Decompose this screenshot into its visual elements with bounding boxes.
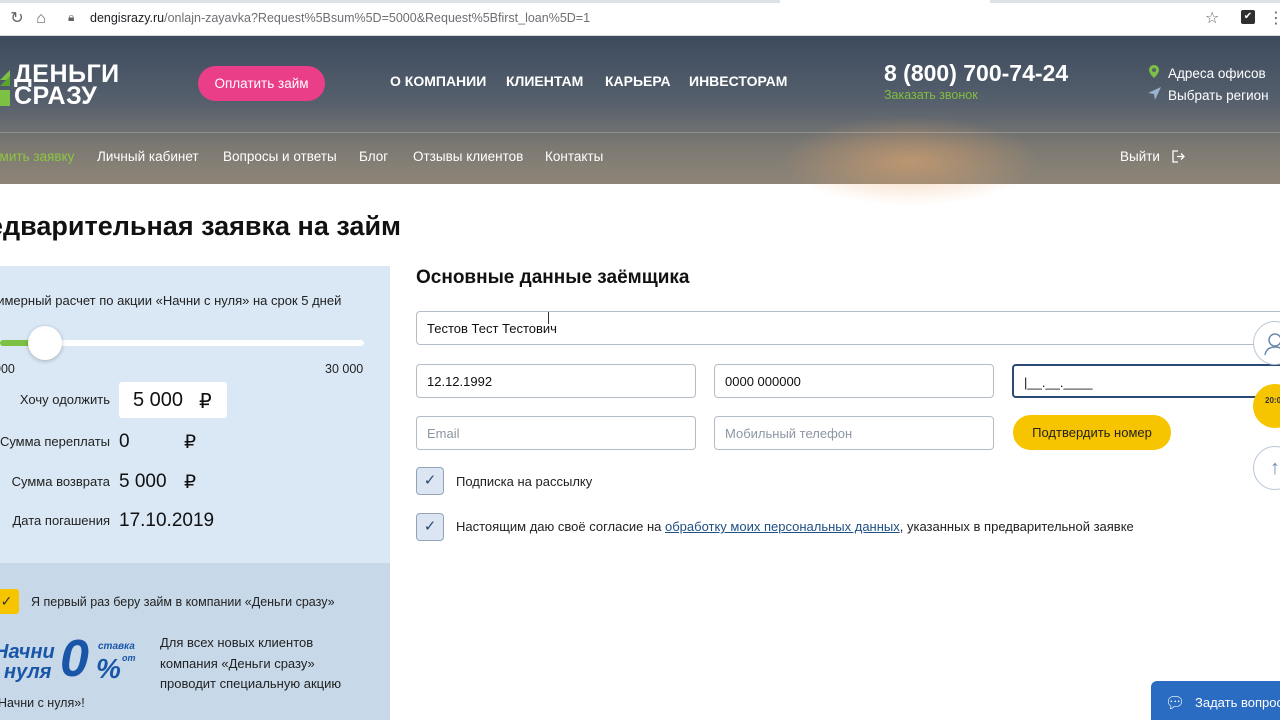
page-title: едварительная заявка на займ [0, 211, 402, 241]
tab-strip [0, 0, 1280, 3]
calculator-caption: римерный расчет по акции «Начни с нуля» … [0, 293, 342, 308]
form-title: Основные данные заёмщика [416, 267, 690, 288]
url-path: /onlajn-zayavka?Request%5Bsum%5D=5000&Re… [164, 11, 591, 25]
overpay-currency: ₽ [184, 432, 197, 453]
callback-link[interactable]: Заказать звонок [884, 88, 978, 102]
promo-logo-from: от [122, 653, 136, 663]
extension-icon[interactable]: ✔ [1241, 10, 1255, 24]
personal-data-link[interactable]: обработку моих персональных данных [665, 519, 900, 534]
site-logo[interactable]: ДЕНЬГИ СРАЗУ [0, 62, 125, 112]
lock-icon: 🔒︎ [68, 10, 75, 24]
reload-icon[interactable]: ↻ [6, 8, 28, 30]
nav-clients[interactable]: КЛИЕНТАМ [506, 73, 583, 89]
return-value: 5 000 [119, 471, 167, 492]
consent-checkbox[interactable]: ✓ [416, 513, 444, 541]
header-divider [0, 132, 1280, 133]
nav-about[interactable]: О КОМПАНИИ [390, 73, 486, 89]
first-loan-checkbox[interactable]: ✓ [0, 589, 19, 614]
amount-slider-handle[interactable] [28, 326, 62, 360]
full-name-field[interactable]: Тестов Тест Тестович [416, 311, 1280, 345]
birth-date-field[interactable]: 12.12.1992 [416, 364, 696, 398]
first-loan-label: Я первый раз беру займ в компании «Деньг… [31, 595, 335, 609]
pay-loan-button[interactable]: Оплатить займ [198, 66, 325, 101]
active-tab[interactable] [780, 0, 990, 3]
region-label: Выбрать регион [1168, 88, 1269, 103]
birth-date-value: 12.12.1992 [427, 374, 493, 389]
phone-number[interactable]: 8 (800) 700-74-24 [884, 60, 1068, 87]
offices-label: Адреса офисов [1168, 66, 1266, 81]
slider-min-label: 000 [0, 362, 15, 376]
scroll-up-button[interactable]: ↑ [1253, 446, 1280, 490]
logout-link[interactable]: Выйти [1120, 149, 1185, 166]
consent-label: Настоящим даю своё согласие на обработку… [456, 519, 1134, 534]
site-header: ДЕНЬГИ СРАЗУ Оплатить займ О КОМПАНИИ КЛ… [0, 36, 1280, 206]
issue-date-mask: |__.__.____ [1024, 375, 1093, 390]
repayment-date-value: 17.10.2019 [119, 510, 215, 531]
subnav-blog[interactable]: Блог [359, 149, 388, 164]
confirm-number-button[interactable]: Подтвердить номер [1013, 415, 1171, 450]
subscribe-label: Подписка на рассылку [456, 474, 593, 489]
mobile-phone-field[interactable]: Мобильный телефон [714, 416, 994, 450]
consultant-icon [1264, 333, 1280, 356]
subnav-faq[interactable]: Вопросы и ответы [223, 149, 337, 164]
return-currency: ₽ [184, 472, 197, 493]
promo-logo-percent: % [96, 653, 121, 684]
consent-suffix: , указанных в предварительной заявке [899, 519, 1134, 534]
chat-icon: 💬︎ [1165, 695, 1186, 712]
url-text: dengisrazy.ru/onlajn-zayavka?Request%5Bs… [90, 11, 590, 25]
subnav-account[interactable]: Личный кабинет [97, 149, 199, 164]
consent-prefix: Настоящим даю своё согласие на [456, 519, 665, 534]
repayment-date-label: Дата погашения [12, 513, 111, 528]
logo-line2: СРАЗУ [14, 82, 98, 110]
logo-mark-icon [0, 70, 10, 106]
ask-question-label: Задать вопрос [1195, 695, 1280, 710]
overpay-value: 0 [119, 431, 130, 452]
email-field[interactable]: Email [416, 416, 696, 450]
currency-sign: ₽ [199, 391, 212, 413]
ask-question-button[interactable]: 💬︎ Задать вопрос [1151, 681, 1280, 720]
amount-input[interactable]: 5 000 ₽ [119, 382, 227, 418]
arrow-up-icon: ↑ [1270, 457, 1280, 479]
subscribe-checkbox[interactable]: ✓ [416, 467, 444, 495]
mouse-cursor [548, 312, 549, 324]
logout-icon [1172, 150, 1185, 166]
promo-logo-zero: 0 [60, 630, 89, 688]
nav-career[interactable]: КАРЬЕРА [605, 73, 671, 89]
amount-value: 5 000 [133, 389, 184, 411]
overpay-label: Сумма переплаты [0, 434, 110, 449]
logout-label: Выйти [1120, 149, 1160, 164]
home-icon[interactable]: ⌂ [30, 8, 52, 30]
promo-logo-word2: нуля [4, 661, 52, 683]
subnav-submit-request[interactable]: имить заявку [0, 149, 74, 164]
header-background-glow [780, 116, 1040, 206]
return-label: Сумма возврата [11, 474, 110, 489]
address-bar[interactable]: 🔒︎ dengisrazy.ru/onlajn-zayavka?Request%… [60, 6, 1230, 32]
full-name-value: Тестов Тест Тестович [427, 321, 557, 336]
promo-logo-rate: ставка [98, 641, 135, 652]
subnav-contacts[interactable]: Контакты [545, 149, 603, 164]
slider-max-label: 30 000 [325, 362, 364, 376]
promo-panel: ✓ Я первый раз беру займ в компании «Ден… [0, 563, 390, 720]
offices-link[interactable]: Адреса офисов [1146, 65, 1266, 81]
nav-investors[interactable]: ИНВЕСТОРАМ [689, 73, 787, 89]
issue-date-field[interactable]: |__.__.____ [1012, 364, 1280, 398]
email-placeholder: Email [427, 426, 460, 441]
passport-value: 0000 000000 [725, 374, 801, 389]
url-host: dengisrazy.ru [90, 11, 165, 25]
loan-calculator: римерный расчет по акции «Начни с нуля» … [0, 266, 390, 563]
passport-field[interactable]: 0000 000000 [714, 364, 994, 398]
browser-menu-icon[interactable]: ⋮ [1268, 8, 1280, 28]
promo-description: Для всех новых клиентов компания «Деньги… [160, 635, 342, 691]
region-link[interactable]: Выбрать регион [1146, 87, 1269, 103]
promo-logo: Начни нуля 0 ставка % от [0, 633, 139, 689]
location-arrow-icon [1146, 87, 1162, 103]
subnav-reviews[interactable]: Отзывы клиентов [413, 149, 523, 164]
want-label: Хочу одолжить [19, 392, 110, 407]
promo-cta: Начни с нуля»! [0, 696, 85, 710]
browser-toolbar: ↻ ⌂ 🔒︎ dengisrazy.ru/onlajn-zayavka?Requ… [0, 0, 1280, 36]
working-hours-text: 20:00 [1265, 396, 1280, 405]
bookmark-star-icon[interactable]: ☆ [1205, 8, 1219, 28]
mobile-phone-placeholder: Мобильный телефон [725, 426, 853, 441]
map-pin-icon [1146, 65, 1162, 81]
